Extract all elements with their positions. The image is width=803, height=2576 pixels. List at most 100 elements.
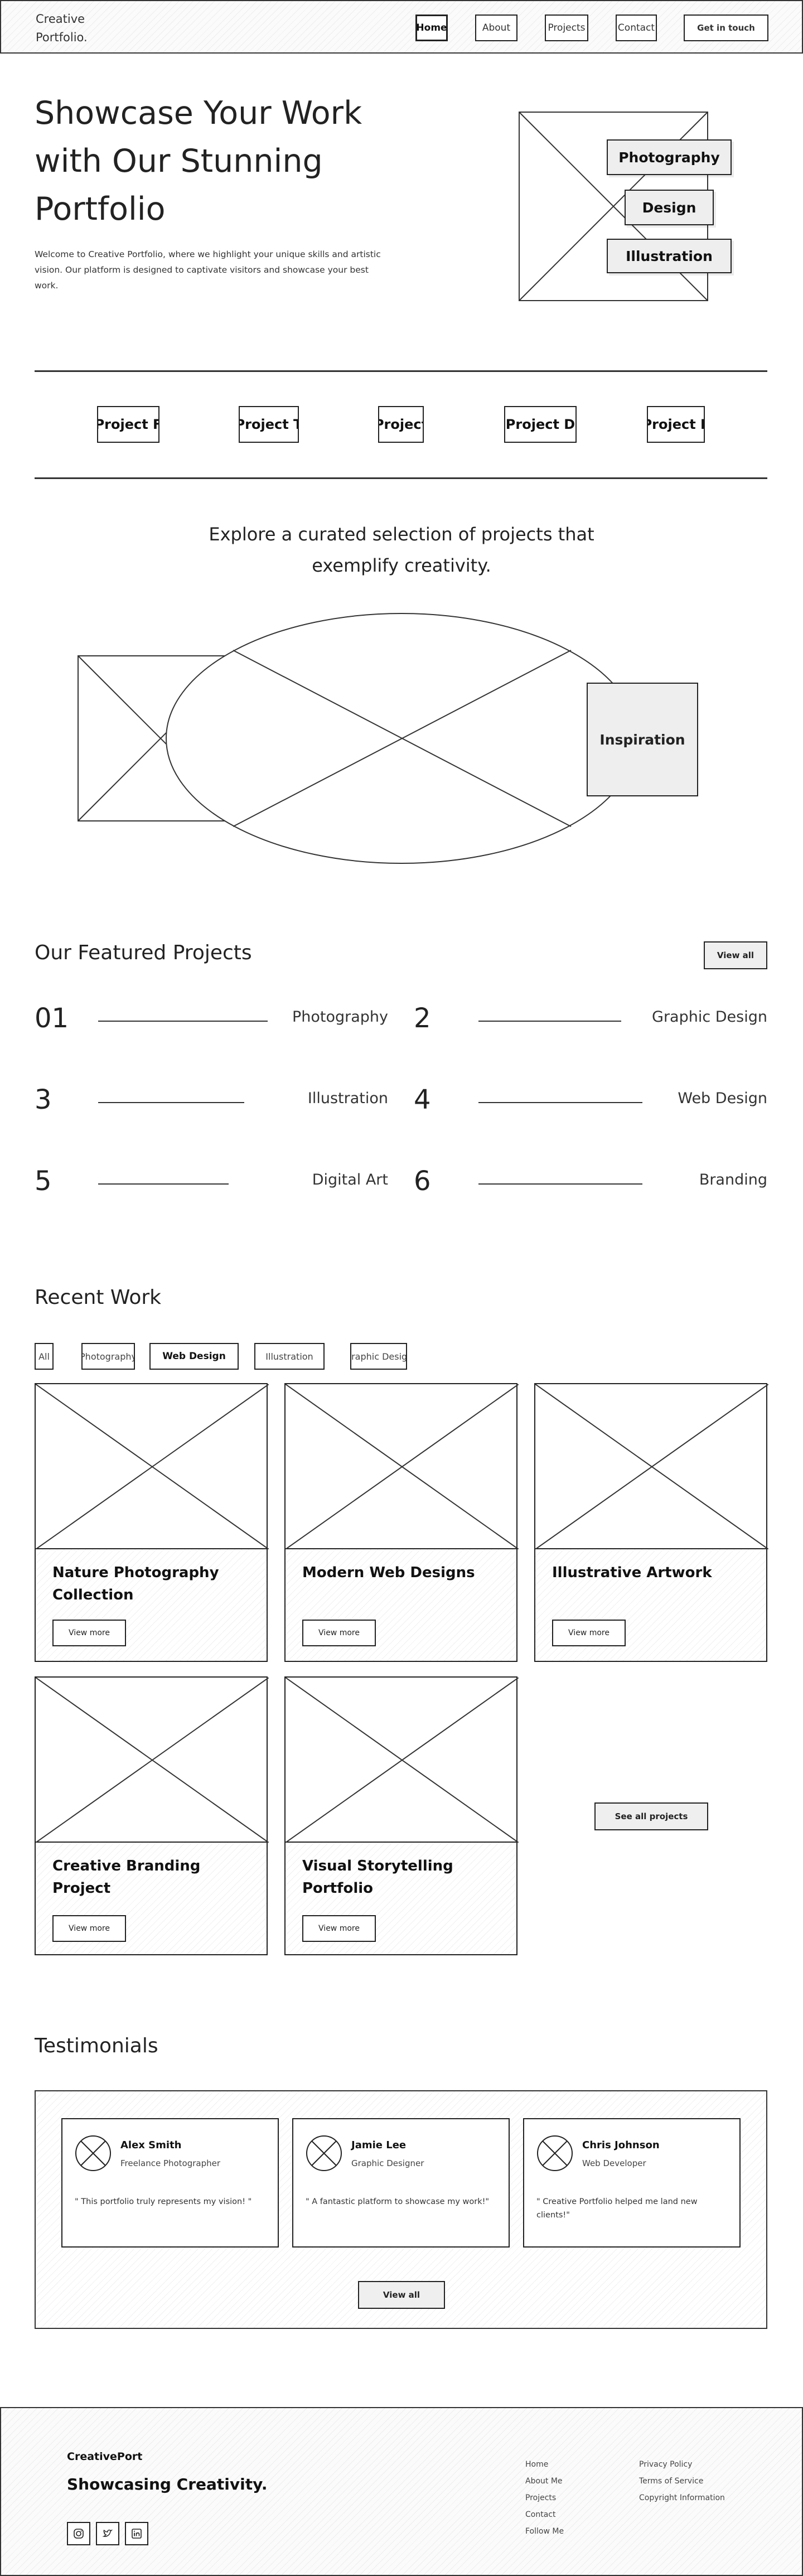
project-strip-item[interactable]: Project F — [97, 406, 159, 443]
hero-description: Welcome to Creative Portfolio, where we … — [35, 249, 381, 291]
featured-number: 3 — [35, 1084, 52, 1115]
card-image-placeholder — [36, 1678, 269, 1843]
inspiration-tag[interactable]: Inspiration — [587, 683, 698, 796]
featured-name[interactable]: Web Design — [678, 1090, 767, 1107]
featured-name[interactable]: Digital Art — [312, 1171, 388, 1188]
project-card[interactable]: Illustrative Artwork View more — [534, 1383, 768, 1662]
testimonial-role: Freelance Photographer — [120, 2158, 221, 2168]
nav-projects[interactable]: Projects — [545, 15, 588, 41]
card-title: Modern Web Designs — [302, 1564, 475, 1581]
project-strip-item[interactable]: Project — [378, 406, 424, 443]
footer-link-follow[interactable]: Follow Me — [525, 2523, 564, 2540]
filter-all[interactable]: All — [35, 1343, 54, 1370]
hero-title-line-3: Portfolio — [35, 191, 166, 228]
footer-link-home[interactable]: Home — [525, 2456, 564, 2473]
testimonial-quote: " Creative Portfolio helped me land new … — [536, 2197, 698, 2220]
project-strip-item[interactable]: Project T — [239, 406, 299, 443]
card-image-placeholder — [286, 1384, 519, 1549]
featured-line — [98, 1102, 244, 1103]
footer-link-about[interactable]: About Me — [525, 2473, 564, 2490]
testimonial-name: Alex Smith — [120, 2139, 182, 2151]
footer-link-copyright[interactable]: Copyright Information — [639, 2490, 725, 2506]
testimonial-quote: " A fantastic platform to showcase my wo… — [306, 2197, 490, 2206]
featured-view-all-button[interactable]: View all — [704, 941, 767, 969]
recent-work-title: Recent Work — [35, 1286, 162, 1309]
twitter-icon[interactable] — [96, 2522, 119, 2545]
card-body: Visual Storytelling Portfolio View more — [286, 1843, 516, 1954]
featured-name[interactable]: Illustration — [308, 1090, 388, 1107]
project-strip-item[interactable]: Project D — [504, 406, 577, 443]
project-card[interactable]: Visual Storytelling Portfolio View more — [284, 1676, 519, 1955]
tag-design[interactable]: Design — [625, 190, 714, 225]
featured-line — [98, 1021, 268, 1022]
divider-bottom — [35, 477, 767, 479]
testimonial-role: Graphic Designer — [351, 2158, 424, 2168]
testimonial-quote: " This portfolio truly represents my vis… — [75, 2197, 252, 2206]
footer-link-privacy[interactable]: Privacy Policy — [639, 2456, 725, 2473]
card-body: Modern Web Designs View more — [286, 1549, 516, 1661]
filter-graphic-design[interactable]: Graphic Design — [350, 1343, 407, 1370]
footer-links-main: Home About Me Projects Contact Follow Me — [525, 2456, 564, 2540]
testimonials-panel: Alex Smith Freelance Photographer " This… — [35, 2090, 767, 2329]
featured-number: 01 — [35, 1003, 69, 1034]
featured-number: 2 — [414, 1003, 431, 1034]
testimonial-role: Web Developer — [582, 2158, 646, 2168]
project-card[interactable]: Nature Photography Collection View more — [35, 1383, 269, 1662]
nav-home[interactable]: Home — [415, 15, 448, 41]
featured-name[interactable]: Graphic Design — [652, 1008, 767, 1026]
brand-line-2: Portfolio. — [36, 31, 88, 44]
testimonial-card: Alex Smith Freelance Photographer " This… — [61, 2118, 279, 2248]
card-body: Nature Photography Collection View more — [36, 1549, 267, 1661]
tag-photography[interactable]: Photography — [607, 139, 732, 175]
filter-photography[interactable]: Photography — [81, 1343, 135, 1370]
instagram-icon[interactable] — [67, 2522, 90, 2545]
site-footer: CreativePort Showcasing Creativity. Home… — [0, 2407, 803, 2576]
card-body: Illustrative Artwork View more — [535, 1549, 766, 1661]
filter-illustration[interactable]: Illustration — [254, 1343, 325, 1370]
project-strip-item[interactable]: Project E — [647, 406, 705, 443]
view-more-button[interactable]: View more — [52, 1915, 126, 1942]
card-image-placeholder — [36, 1384, 269, 1549]
explore-line-1: Explore a curated selection of projects … — [209, 524, 594, 545]
avatar — [75, 2135, 112, 2172]
get-in-touch-button[interactable]: Get in touch — [684, 15, 768, 41]
featured-name[interactable]: Branding — [699, 1171, 767, 1188]
footer-link-contact[interactable]: Contact — [525, 2506, 564, 2523]
view-more-button[interactable]: View more — [552, 1620, 626, 1646]
footer-brand[interactable]: CreativePort — [67, 2451, 142, 2463]
view-more-button[interactable]: View more — [302, 1620, 376, 1646]
card-body: Creative Branding Project View more — [36, 1843, 267, 1954]
explore-heading: Explore a curated selection of projects … — [184, 519, 619, 581]
featured-title: Our Featured Projects — [35, 941, 252, 964]
featured-number: 5 — [35, 1166, 52, 1197]
footer-link-projects[interactable]: Projects — [525, 2490, 564, 2506]
testimonial-card: Jamie Lee Graphic Designer " A fantastic… — [292, 2118, 510, 2248]
featured-line — [478, 1102, 642, 1103]
featured-line — [98, 1183, 229, 1185]
linkedin-icon[interactable] — [125, 2522, 148, 2545]
filter-web-design[interactable]: Web Design — [149, 1343, 239, 1370]
footer-link-terms[interactable]: Terms of Service — [639, 2473, 725, 2490]
card-image-placeholder — [535, 1384, 768, 1549]
hero-title: Showcase Your Work with Our Stunning Por… — [35, 89, 414, 233]
project-card[interactable]: Creative Branding Project View more — [35, 1676, 269, 1955]
featured-name[interactable]: Photography — [292, 1008, 388, 1026]
nav-contact[interactable]: Contact — [616, 15, 657, 41]
featured-number: 4 — [414, 1084, 431, 1115]
view-more-button[interactable]: View more — [302, 1915, 376, 1942]
project-card[interactable]: Modern Web Designs View more — [284, 1383, 519, 1662]
brand-line-1: Creative — [36, 12, 85, 26]
hero-title-line-1: Showcase Your Work — [35, 95, 362, 132]
see-all-projects-button[interactable]: See all projects — [594, 1802, 708, 1830]
brand-logo[interactable]: Creative Portfolio. — [36, 10, 88, 47]
footer-links-legal: Privacy Policy Terms of Service Copyrigh… — [639, 2456, 725, 2506]
nav-about[interactable]: About — [475, 15, 517, 41]
testimonials-view-all-button[interactable]: View all — [358, 2281, 445, 2309]
site-header: Creative Portfolio. Home About Projects … — [0, 0, 803, 54]
footer-tagline: Showcasing Creativity. — [67, 2475, 268, 2493]
view-more-button[interactable]: View more — [52, 1620, 126, 1646]
tag-illustration[interactable]: Illustration — [607, 239, 732, 273]
hero-title-line-2: with Our Stunning — [35, 143, 323, 180]
card-title: Nature Photography Collection — [52, 1564, 219, 1603]
card-title: Creative Branding Project — [52, 1858, 201, 1897]
